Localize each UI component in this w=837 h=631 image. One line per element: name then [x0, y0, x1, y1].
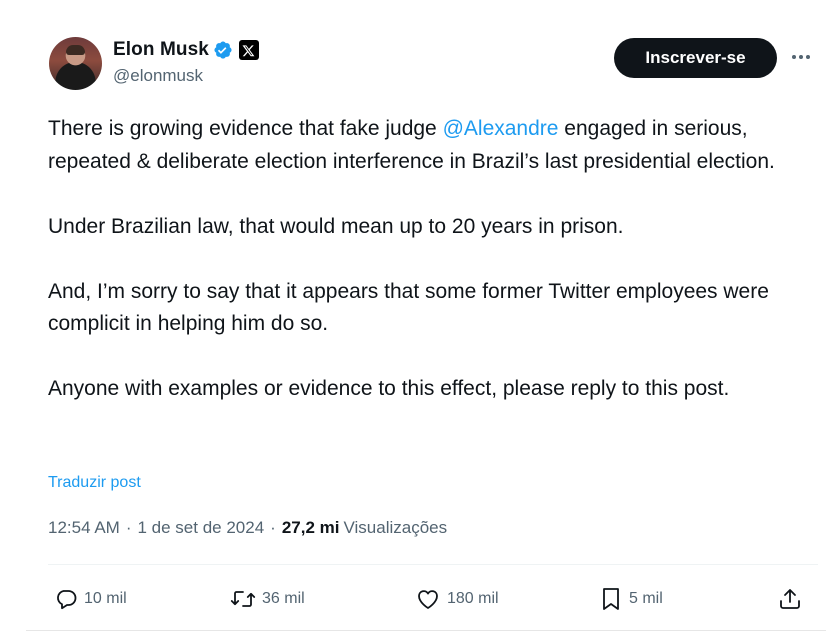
reply-button[interactable]: 10 mil — [54, 582, 127, 616]
more-horizontal-icon — [792, 55, 796, 59]
tweet-paragraph-3: And, I’m sorry to say that it appears th… — [48, 279, 769, 336]
views-label: Visualizações — [343, 518, 448, 537]
retweet-icon — [230, 587, 256, 611]
divider — [48, 564, 818, 565]
mention-link[interactable]: @Alexandre — [443, 117, 559, 140]
tweet-text: There is growing evidence that fake judg… — [48, 113, 818, 406]
tweet-card: Elon Musk @elonmusk Inscrever-se There i… — [0, 0, 837, 631]
author-display-name[interactable]: Elon Musk — [113, 39, 209, 61]
verified-badge-icon — [213, 40, 233, 60]
subscribe-button[interactable]: Inscrever-se — [614, 38, 777, 78]
retweet-count: 36 mil — [262, 590, 305, 607]
like-button[interactable]: 180 mil — [415, 582, 499, 616]
tweet-date[interactable]: 1 de set de 2024 — [138, 518, 265, 538]
heart-icon — [415, 587, 441, 611]
tweet-text-segment: There is growing evidence that fake judg… — [48, 117, 443, 140]
bookmark-button[interactable]: 5 mil — [599, 582, 663, 616]
share-icon — [778, 587, 802, 611]
tweet-meta: 12:54 AM · 1 de set de 2024 · 27,2 mi Vi… — [48, 518, 447, 538]
more-horizontal-icon-dot — [799, 55, 803, 59]
meta-separator: · — [125, 518, 132, 537]
x-logo-icon — [238, 40, 259, 60]
share-button[interactable] — [778, 582, 802, 616]
action-bar: 10 mil 36 mil 180 mil 5 mil — [48, 582, 818, 616]
bookmark-icon — [599, 586, 623, 612]
views-count: 27,2 mi — [281, 518, 340, 537]
bookmark-count: 5 mil — [629, 590, 663, 607]
like-count: 180 mil — [447, 590, 499, 607]
translate-post-link[interactable]: Traduzir post — [48, 474, 141, 492]
reply-count: 10 mil — [84, 590, 127, 607]
more-options-button[interactable] — [786, 46, 816, 68]
retweet-button[interactable]: 36 mil — [230, 582, 305, 616]
avatar-hair — [66, 45, 85, 55]
author-handle[interactable]: @elonmusk — [113, 66, 203, 86]
more-horizontal-icon-dot — [806, 55, 810, 59]
author-name-row: Elon Musk — [113, 38, 259, 62]
tweet-time[interactable]: 12:54 AM — [48, 518, 120, 538]
meta-separator: · — [270, 518, 276, 537]
reply-icon — [54, 587, 78, 611]
tweet-paragraph-4: Anyone with examples or evidence to this… — [48, 377, 730, 400]
tweet-paragraph-2: Under Brazilian law, that would mean up … — [48, 214, 624, 238]
tweet-paragraph-1: There is growing evidence that fake judg… — [48, 113, 818, 178]
avatar[interactable] — [49, 37, 102, 90]
